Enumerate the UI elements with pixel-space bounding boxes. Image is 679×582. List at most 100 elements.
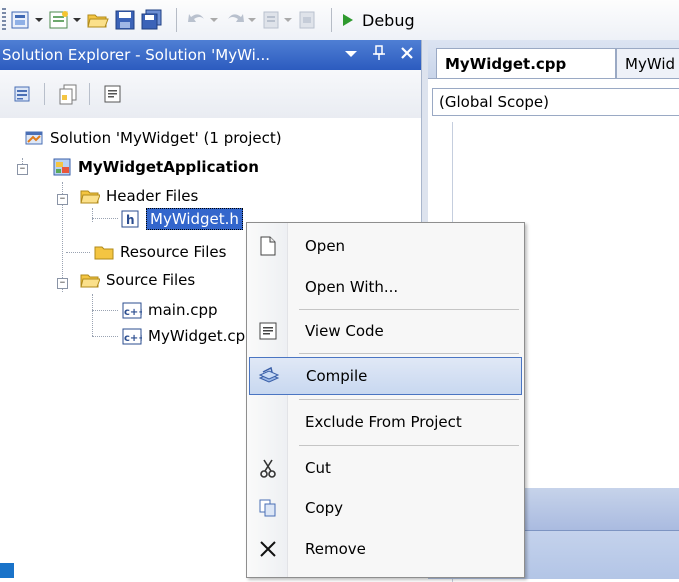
chevron-down-icon <box>73 18 81 22</box>
add-item-button[interactable] <box>48 7 82 33</box>
solution-explorer-toolbar <box>0 70 421 119</box>
context-menu: Open Open With... View Code Compile Excl… <box>246 222 525 578</box>
save-button[interactable] <box>114 7 136 33</box>
menu-item-compile[interactable]: Compile <box>249 357 522 395</box>
tree-item-solution[interactable]: Solution 'MyWidget' (1 project) <box>24 126 282 150</box>
toolbar-grip[interactable] <box>2 8 6 32</box>
menu-item-label: View Code <box>305 322 384 340</box>
tree-connector <box>92 218 118 219</box>
close-icon <box>401 47 413 59</box>
cpp-file-icon: c++ <box>122 328 142 345</box>
navigate-backward-button[interactable] <box>261 7 293 33</box>
menu-item-label: Exclude From Project <box>305 413 462 431</box>
scope-value: (Global Scope) <box>439 93 550 111</box>
show-all-files-icon <box>59 84 77 105</box>
save-all-icon <box>141 9 162 30</box>
menu-separator <box>299 353 519 354</box>
chevron-down-icon <box>284 18 292 22</box>
menu-item-remove[interactable]: Remove <box>249 530 522 568</box>
tree-item-label: Source Files <box>106 271 196 289</box>
add-project-button[interactable] <box>10 7 44 33</box>
scissors-icon <box>260 459 276 478</box>
solution-explorer-title-bar: Solution Explorer - Solution 'MyWi... <box>0 40 421 70</box>
undo-button[interactable] <box>185 7 219 33</box>
scope-dropdown[interactable]: (Global Scope) <box>432 88 679 116</box>
tab-mywidget-cpp[interactable]: MyWidget.cpp <box>436 48 616 78</box>
cpp-project-icon <box>53 158 71 176</box>
tree-item-label: Resource Files <box>120 243 227 261</box>
tree-connector <box>92 208 93 222</box>
tree-item-label: MyWidgetApplication <box>78 158 259 176</box>
menu-separator <box>299 399 519 400</box>
tree-item-label: MyWidget.cpp <box>148 327 255 345</box>
collapse-toggle[interactable]: − <box>57 278 68 289</box>
navigate-forward-button[interactable] <box>297 7 319 33</box>
tree-item-header-file[interactable]: h MyWidget.h <box>120 207 243 231</box>
properties-button[interactable] <box>10 81 36 107</box>
window-position-button[interactable] <box>337 46 365 64</box>
properties-icon <box>14 86 30 102</box>
menu-item-exclude-from-project[interactable]: Exclude From Project <box>249 403 522 441</box>
tree-connector <box>92 310 118 311</box>
start-debugging-button[interactable]: Debug <box>340 7 415 33</box>
menu-item-copy[interactable]: Copy <box>249 489 522 527</box>
cpp-file-icon: c++ <box>122 302 142 319</box>
close-button[interactable] <box>393 46 421 64</box>
menu-item-label: Copy <box>305 499 344 517</box>
navigate-forward-icon <box>299 11 315 29</box>
solution-configuration[interactable]: Debug <box>362 11 415 30</box>
collapse-toggle[interactable]: − <box>57 194 68 205</box>
tree-item-label: MyWidget.h <box>146 208 243 230</box>
undo-icon <box>188 14 204 22</box>
show-all-files-button[interactable] <box>55 81 81 107</box>
menu-item-open-with[interactable]: Open With... <box>249 268 522 306</box>
pin-icon <box>373 45 385 60</box>
editor-tab-strip: MyWidget.cpp MyWid <box>428 40 679 79</box>
svg-text:c++: c++ <box>124 333 142 344</box>
tree-item-resource-files[interactable]: Resource Files <box>94 240 226 264</box>
tree-item-mywidget-cpp[interactable]: c++ MyWidget.cpp <box>122 324 255 348</box>
view-code-toolbar-button[interactable] <box>100 81 126 107</box>
auto-hide-button[interactable] <box>365 45 393 65</box>
tab-label: MyWidget.cpp <box>445 54 567 73</box>
toolbar-separator <box>44 83 45 105</box>
tree-item-main-cpp[interactable]: c++ main.cpp <box>122 298 218 322</box>
tree-item-header-files[interactable]: Header Files <box>80 184 198 208</box>
status-indicator <box>0 563 14 578</box>
main-toolbar: Debug <box>0 0 679 40</box>
tree-connector <box>66 252 90 253</box>
play-icon <box>343 14 353 26</box>
add-project-icon <box>11 11 29 29</box>
solution-explorer-title: Solution Explorer - Solution 'MyWi... <box>2 46 271 64</box>
redo-button[interactable] <box>223 7 257 33</box>
menu-separator <box>299 309 519 310</box>
toolbar-separator <box>331 8 332 32</box>
collapse-toggle[interactable]: − <box>17 164 28 175</box>
open-file-button[interactable] <box>86 7 110 33</box>
folder-open-icon <box>80 190 100 204</box>
tree-item-project[interactable]: MyWidgetApplication <box>52 155 259 179</box>
toolbar-separator <box>89 83 90 105</box>
menu-item-label: Cut <box>305 459 331 477</box>
menu-item-label: Compile <box>306 367 368 385</box>
chevron-down-icon <box>35 18 43 22</box>
redo-icon <box>228 14 244 22</box>
menu-item-label: Open <box>305 237 346 255</box>
navigate-backward-icon <box>263 11 279 29</box>
solution-icon <box>25 131 43 145</box>
menu-item-cut[interactable]: Cut <box>249 449 522 487</box>
menu-item-open[interactable]: Open <box>249 227 522 265</box>
remove-icon <box>260 541 276 557</box>
tree-item-source-files[interactable]: Source Files <box>80 268 195 292</box>
view-code-icon <box>104 85 121 103</box>
open-document-icon <box>260 236 276 256</box>
menu-item-view-code[interactable]: View Code <box>249 312 522 350</box>
menu-item-label: Open With... <box>305 278 399 296</box>
tab-mywidget-other[interactable]: MyWid <box>616 48 679 78</box>
folder-open-icon <box>87 14 109 28</box>
folder-open-icon <box>80 274 100 288</box>
svg-text:h: h <box>126 213 135 227</box>
tree-connector <box>92 294 93 336</box>
save-all-button[interactable] <box>140 7 164 33</box>
compile-icon <box>258 366 280 383</box>
